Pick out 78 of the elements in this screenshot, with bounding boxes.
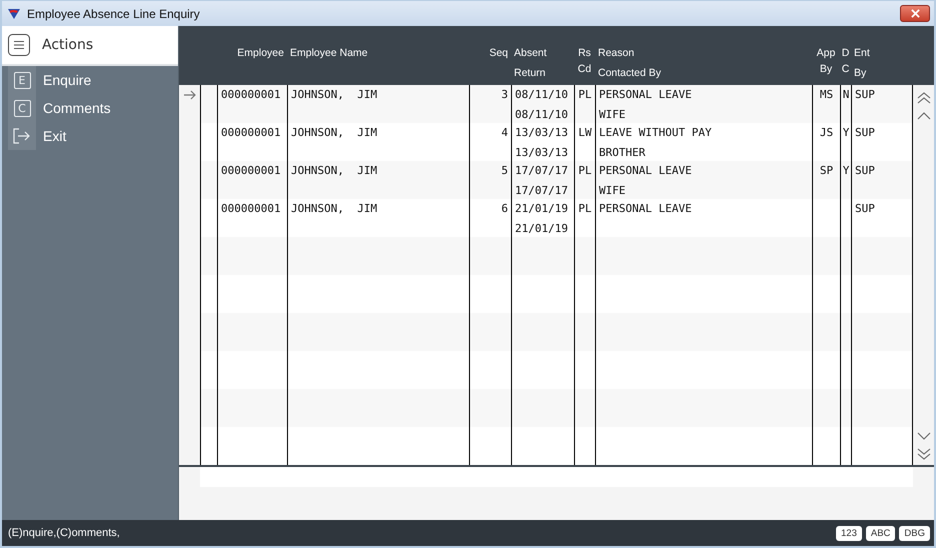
table-cell-text: 08/11/10 — [515, 107, 568, 123]
column-header: Reason — [598, 46, 634, 61]
mode-badge: 123 — [836, 526, 862, 540]
column-header: By — [854, 66, 866, 81]
key-icon: C — [14, 100, 30, 116]
table-cell-text: PL — [578, 201, 592, 217]
table-cell-text: Y — [842, 125, 850, 141]
close-button[interactable] — [900, 5, 930, 22]
table-row[interactable]: 000000001 JOHNSON, JIM 6 21/01/19 21/01/19 PL PERSONAL LEAVE SUP — [200, 199, 912, 237]
column-header: Employee — [237, 46, 284, 61]
column-header: Seq — [489, 46, 508, 61]
table-cell-text: 21/01/19 — [515, 221, 568, 237]
table-cell-text: PERSONAL LEAVE — [599, 163, 692, 179]
column-header: Cd — [578, 65, 592, 74]
menu-icon[interactable] — [8, 34, 30, 56]
table-cell-text: 4 — [501, 125, 508, 141]
close-icon — [910, 9, 920, 18]
table-cell-text: 17/07/17 — [515, 163, 568, 179]
table-cell-text: PERSONAL LEAVE — [599, 87, 692, 103]
column-header: Contacted By — [598, 66, 662, 81]
action-item[interactable]: Exit — [8, 122, 178, 150]
column-header: Ent — [854, 46, 870, 61]
table-cell-text: 000000001 — [221, 163, 282, 179]
table-cell-text: JOHNSON, JIM — [291, 201, 378, 217]
table-cell-text: 5 — [501, 163, 508, 179]
table-cell-text: PL — [578, 163, 592, 179]
table-cell-text: SUP — [855, 163, 876, 179]
scroll-bottom-icon[interactable] — [916, 448, 930, 460]
table-cell-text: 3 — [501, 87, 508, 103]
table-cell-text: N — [842, 87, 850, 103]
mode-badge: DBG — [899, 526, 930, 540]
window-title: Employee Absence Line Enquiry — [27, 6, 200, 20]
column-header: Employee Name — [290, 46, 368, 61]
column-header: Absent — [514, 46, 547, 61]
logo-icon — [7, 8, 21, 20]
table-cell-text: 13/03/13 — [515, 125, 568, 141]
table-row[interactable]: 000000001 JOHNSON, JIM 4 13/03/13 13/03/13 LW LEAVE WITHOUT PAY BROTHER JS Y SUP — [200, 123, 912, 161]
table-cell-text: 000000001 — [221, 87, 282, 103]
table-cell-text: 21/01/19 — [515, 201, 568, 217]
table-cell-text: MS — [820, 87, 834, 103]
column-header: D — [842, 46, 850, 61]
scroll-top-icon[interactable] — [916, 92, 930, 104]
status-text: (E)nquire,(C)omments, — [8, 527, 120, 539]
actions-title: Actions — [42, 37, 94, 53]
scroll-down-icon[interactable] — [916, 432, 930, 440]
table-cell-text: 13/03/13 — [515, 145, 568, 161]
table-cell-text: BROTHER — [599, 145, 646, 161]
table-cell-text: 6 — [501, 201, 508, 217]
table-cell-text: PERSONAL LEAVE — [599, 201, 692, 217]
mode-badge: ABC — [866, 526, 896, 540]
table-cell-text: JS — [820, 125, 834, 141]
table-cell-text: JOHNSON, JIM — [291, 125, 378, 141]
table-cell-text: WIFE — [599, 183, 626, 199]
table-cell-text: PL — [578, 87, 592, 103]
table-cell-text: 17/07/17 — [515, 183, 568, 199]
scroll-up-icon[interactable] — [916, 112, 930, 120]
table-cell-text: SUP — [855, 87, 876, 103]
exit-icon — [13, 128, 31, 144]
table-cell-text: SUP — [855, 125, 876, 141]
table-cell-text: Y — [842, 163, 850, 179]
table-cell-text: WIFE — [599, 107, 626, 123]
table-cell-text: LEAVE WITHOUT PAY — [599, 125, 712, 141]
table-cell-text: JOHNSON, JIM — [291, 87, 378, 103]
table-cell-text: SP — [820, 163, 834, 179]
table-cell-text: 000000001 — [221, 201, 282, 217]
action-item[interactable]: E Enquire — [8, 66, 178, 94]
table-cell-text: JOHNSON, JIM — [291, 163, 378, 179]
table-cell-text: LW — [578, 125, 592, 141]
key-icon: E — [14, 72, 30, 88]
column-header: C — [842, 65, 850, 74]
table-cell-text: 000000001 — [221, 125, 282, 141]
column-header: App — [816, 46, 836, 61]
column-header: Rs — [578, 46, 591, 61]
action-item[interactable]: C Comments — [8, 94, 178, 122]
column-header: By — [820, 65, 832, 74]
column-header: Return — [514, 66, 546, 81]
table-cell-text: SUP — [855, 201, 876, 217]
table-cell-text: 08/11/10 — [515, 87, 568, 103]
